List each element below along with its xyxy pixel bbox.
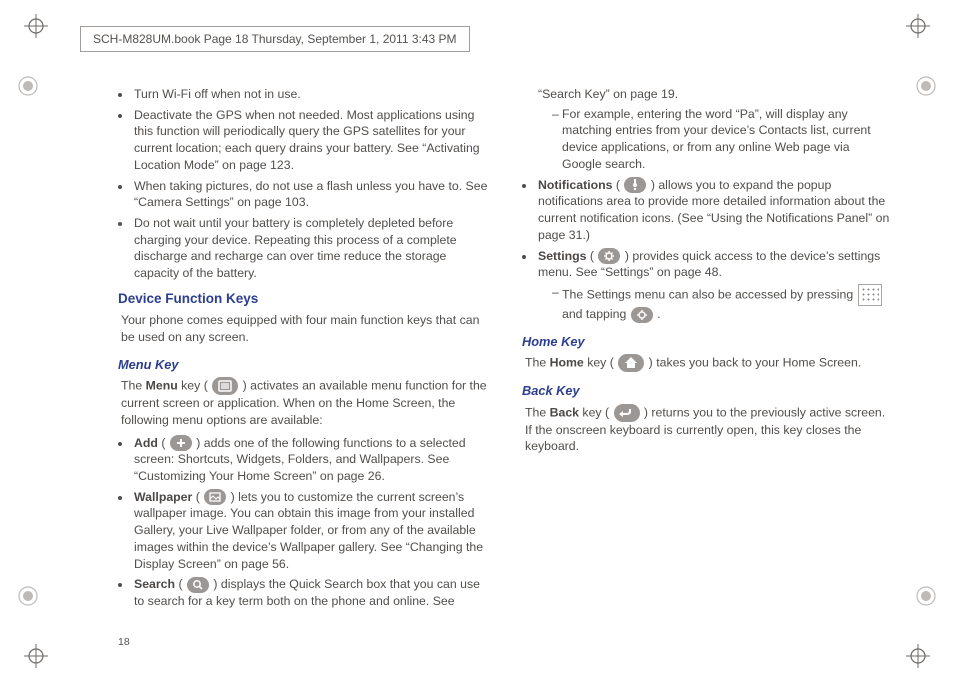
subsection-heading-home: Home Key xyxy=(522,333,892,350)
add-icon xyxy=(170,435,192,451)
binder-ring-icon xyxy=(18,586,38,606)
page-number: 18 xyxy=(118,636,130,648)
binder-ring-icon xyxy=(18,76,38,96)
section-paragraph: Your phone comes equipped with four main… xyxy=(118,312,488,345)
menu-key-icon xyxy=(212,377,238,395)
search-icon xyxy=(187,577,209,593)
list-item: Do not wait until your battery is comple… xyxy=(132,215,488,282)
list-item: For example, entering the word “Pa”, wil… xyxy=(552,106,892,173)
tips-list: Turn Wi-Fi off when not in use. Deactiva… xyxy=(118,86,488,282)
list-item: Settings ( ) provides quick access to th… xyxy=(536,248,892,323)
list-item: The Settings menu can also be accessed b… xyxy=(552,284,892,323)
back-key-icon xyxy=(614,404,640,422)
back-key-paragraph: The Back key ( ) returns you to the prev… xyxy=(522,404,892,455)
list-item: Notifications ( ) allows you to expand t… xyxy=(536,177,892,244)
list-item: Wallpaper ( ) lets you to customize the … xyxy=(132,489,488,573)
binder-ring-icon xyxy=(916,586,936,606)
list-item: When taking pictures, do not use a flash… xyxy=(132,178,488,211)
crop-mark-tr xyxy=(906,14,930,38)
settings-icon xyxy=(631,307,653,323)
subsection-heading-back: Back Key xyxy=(522,382,892,399)
binder-ring-icon xyxy=(916,76,936,96)
crop-mark-tl xyxy=(24,14,48,38)
header-text: SCH-M828UM.book Page 18 Thursday, Septem… xyxy=(93,32,457,46)
crop-mark-bl xyxy=(24,644,48,668)
list-item: Add ( ) adds one of the following functi… xyxy=(132,435,488,485)
home-key-icon xyxy=(618,354,644,372)
crop-mark-br xyxy=(906,644,930,668)
page-body: Turn Wi-Fi off when not in use. Deactiva… xyxy=(118,86,892,622)
settings-sublist: The Settings menu can also be accessed b… xyxy=(538,284,892,323)
list-item: Deactivate the GPS when not needed. Most… xyxy=(132,107,488,174)
home-key-paragraph: The Home key ( ) takes you back to your … xyxy=(522,354,892,372)
apps-grid-icon xyxy=(858,284,882,306)
menu-key-paragraph: The Menu key ( ) activates an available … xyxy=(118,377,488,428)
settings-icon xyxy=(598,248,620,264)
search-sublist: For example, entering the word “Pa”, wil… xyxy=(538,106,892,173)
menu-options-list: Add ( ) adds one of the following functi… xyxy=(118,435,488,485)
subsection-heading-menu: Menu Key xyxy=(118,356,488,373)
list-item: Turn Wi-Fi off when not in use. xyxy=(132,86,488,103)
document-header: SCH-M828UM.book Page 18 Thursday, Septem… xyxy=(80,26,470,52)
section-heading: Device Function Keys xyxy=(118,290,488,308)
wallpaper-icon xyxy=(204,489,226,505)
notifications-icon xyxy=(624,177,646,193)
